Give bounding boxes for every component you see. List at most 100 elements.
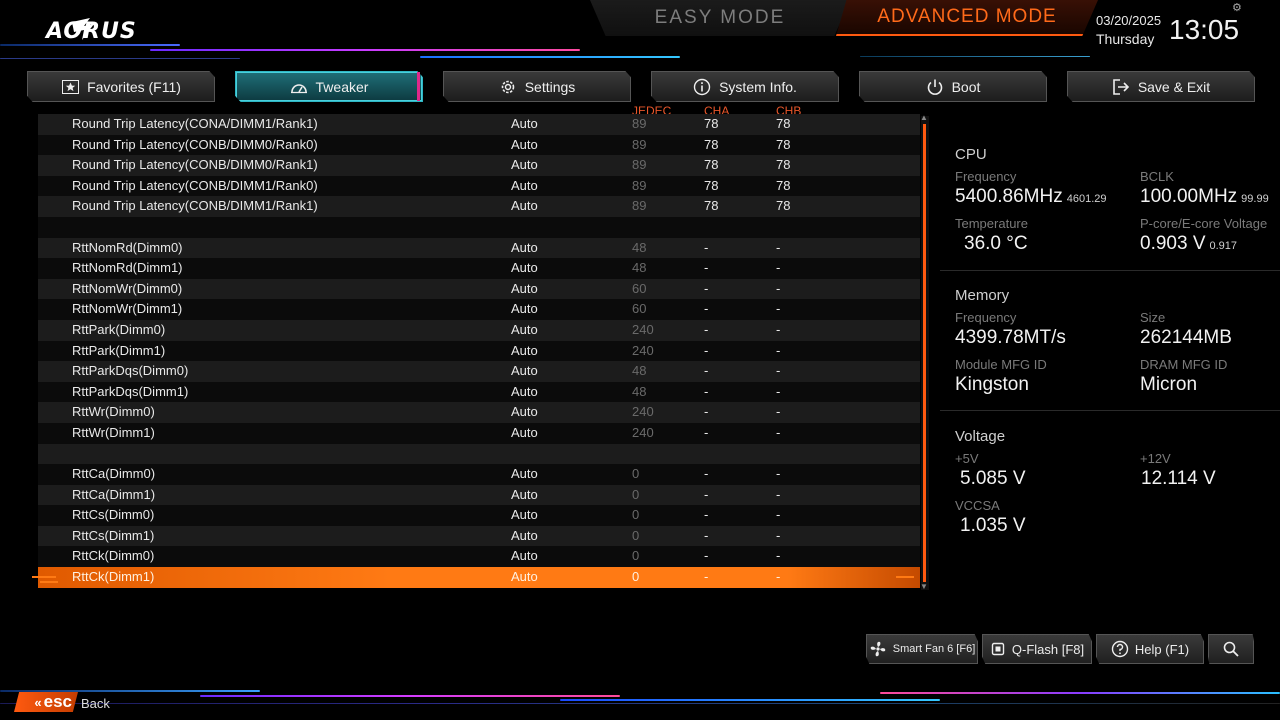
jedec-value: 60	[632, 301, 647, 317]
scrollbar-thumb[interactable]	[923, 124, 926, 582]
easy-mode-button[interactable]: EASY MODE	[590, 0, 850, 36]
setting-name: RttCs(Dimm1)	[72, 527, 155, 543]
settings-row[interactable]: Round Trip Latency(CONA/DIMM1/Rank1) Auto…	[38, 114, 920, 135]
settings-row[interactable]: RttNomWr(Dimm1) Auto 60 - -	[38, 299, 920, 320]
setting-value: Auto	[511, 486, 538, 502]
settings-row[interactable]: Round Trip Latency(CONB/DIMM0/Rank0) Auto…	[38, 134, 920, 156]
tab-system-info[interactable]: System Info.	[651, 71, 839, 102]
settings-row[interactable]: RttCa(Dimm1) Auto 0 - -	[38, 484, 920, 506]
setting-name: RttWr(Dimm0)	[72, 404, 155, 420]
tab-boot[interactable]: Boot	[859, 71, 1047, 102]
vccsa-label: VCCSA	[955, 498, 1000, 513]
cpu-frequency-label: Frequency	[955, 169, 1017, 184]
spacer-row	[38, 443, 920, 465]
cha-value: -	[704, 466, 709, 482]
setting-value: Auto	[511, 280, 538, 296]
header-streak	[420, 56, 680, 58]
settings-row[interactable]: RttNomWr(Dimm0) Auto 60 - -	[38, 278, 920, 300]
selection-streak	[32, 576, 56, 578]
setting-name: RttNomWr(Dimm1)	[72, 301, 183, 317]
tab-settings[interactable]: Settings	[443, 71, 631, 102]
jedec-value: 0	[632, 527, 640, 543]
bclk-value: 100.00MHz 99.99	[1140, 186, 1269, 208]
settings-row[interactable]: RttParkDqs(Dimm1) Auto 48 - -	[38, 381, 920, 403]
voltage-12v-value: 12.114 V	[1141, 468, 1216, 489]
chb-value: -	[776, 569, 781, 585]
cha-value: -	[704, 569, 709, 585]
settings-row[interactable]: RttPark(Dimm0) Auto 240 - -	[38, 319, 920, 341]
setting-value: Auto	[511, 116, 538, 131]
settings-row[interactable]: RttCk(Dimm0) Auto 0 - -	[38, 546, 920, 568]
settings-row[interactable]: RttWr(Dimm1) Auto 240 - -	[38, 422, 920, 444]
advanced-mode-button[interactable]: ADVANCED MODE	[836, 0, 1098, 36]
settings-row[interactable]: RttCa(Dimm0) Auto 0 - -	[38, 464, 920, 485]
cha-value: -	[704, 548, 709, 564]
setting-value: Auto	[511, 404, 538, 420]
chb-value: -	[776, 301, 781, 317]
help-button[interactable]: Help (F1)	[1096, 634, 1204, 664]
tab-label: Save & Exit	[1137, 78, 1211, 95]
esc-button[interactable]: « esc	[14, 692, 78, 712]
bclk-main: 100.00MHz	[1140, 186, 1238, 207]
chb-value: 78	[776, 136, 791, 152]
setting-name: RttPark(Dimm1)	[72, 342, 166, 358]
tab-save-exit[interactable]: Save & Exit	[1067, 71, 1255, 102]
setting-name: RttNomRd(Dimm0)	[72, 239, 183, 255]
settings-row-selected[interactable]: RttCk(Dimm1) Auto 0 - -	[38, 567, 920, 588]
chb-value: 78	[776, 116, 791, 131]
clock-display: 13:05	[1169, 14, 1240, 45]
settings-row[interactable]: RttNomRd(Dimm1) Auto 48 - -	[38, 258, 920, 279]
cha-value: -	[704, 404, 709, 420]
cha-value: -	[704, 342, 709, 358]
settings-row[interactable]: RttCs(Dimm0) Auto 0 - -	[38, 505, 920, 526]
setting-name: RttCk(Dimm1)	[72, 569, 155, 585]
panel-divider	[940, 270, 1280, 271]
voltage-12v-label: +12V	[1140, 451, 1171, 466]
scroll-down-arrow-icon[interactable]: ▼	[920, 582, 928, 591]
search-button[interactable]	[1208, 634, 1254, 664]
chb-value: -	[776, 239, 781, 255]
jedec-value: 0	[632, 507, 640, 523]
cha-value: -	[704, 424, 709, 440]
voltage-5v-value: 5.085 V	[960, 468, 1026, 489]
setting-name: Round Trip Latency(CONB/DIMM0/Rank1)	[72, 157, 318, 173]
smart-fan-button[interactable]: Smart Fan 6 [F6]	[866, 634, 978, 664]
cha-value: -	[704, 486, 709, 502]
chb-value: -	[776, 321, 781, 337]
settings-row[interactable]: RttNomRd(Dimm0) Auto 48 - -	[38, 237, 920, 259]
tab-favorites[interactable]: Favorites (F11)	[27, 71, 215, 102]
setting-name: Round Trip Latency(CONB/DIMM0/Rank0)	[72, 136, 318, 152]
settings-row[interactable]: RttPark(Dimm1) Auto 240 - -	[38, 340, 920, 362]
jedec-value: 60	[632, 280, 647, 296]
settings-row[interactable]: Round Trip Latency(CONB/DIMM0/Rank1) Auto…	[38, 155, 920, 176]
module-mfg-value: Kingston	[955, 374, 1029, 395]
settings-row[interactable]: RttWr(Dimm0) Auto 240 - -	[38, 402, 920, 423]
setting-name: RttCs(Dimm0)	[72, 507, 155, 523]
memory-size-value: 262144MB	[1140, 327, 1232, 348]
tab-tweaker[interactable]: Tweaker	[235, 71, 423, 102]
chb-value: -	[776, 527, 781, 543]
cpu-temperature-label: Temperature	[955, 216, 1028, 231]
settings-gear-icon[interactable]: ⚙	[1232, 1, 1242, 14]
jedec-value: 89	[632, 116, 647, 131]
header-streak	[150, 49, 580, 51]
speedometer-icon	[290, 78, 308, 96]
dram-mfg-value: Micron	[1140, 374, 1198, 395]
memory-size-label: Size	[1140, 310, 1166, 325]
day-display: Thursday	[1096, 31, 1155, 47]
scroll-up-arrow-icon[interactable]: ▲	[920, 113, 928, 122]
cha-value: -	[704, 239, 709, 255]
settings-row[interactable]: RttParkDqs(Dimm0) Auto 48 - -	[38, 361, 920, 382]
settings-row[interactable]: RttCs(Dimm1) Auto 0 - -	[38, 525, 920, 547]
cha-value: -	[704, 527, 709, 543]
setting-name: RttCk(Dimm0)	[72, 548, 155, 564]
settings-row[interactable]: Round Trip Latency(CONB/DIMM1/Rank0) Auto…	[38, 175, 920, 197]
setting-value: Auto	[511, 424, 538, 440]
settings-row[interactable]: Round Trip Latency(CONB/DIMM1/Rank1) Auto…	[38, 196, 920, 217]
cha-value: 78	[704, 116, 719, 131]
chb-value: 78	[776, 177, 791, 193]
qflash-button[interactable]: Q-Flash [F8]	[982, 634, 1092, 664]
setting-name: Round Trip Latency(CONB/DIMM1/Rank0)	[72, 177, 318, 193]
jedec-value: 240	[632, 404, 654, 420]
jedec-value: 89	[632, 136, 647, 152]
